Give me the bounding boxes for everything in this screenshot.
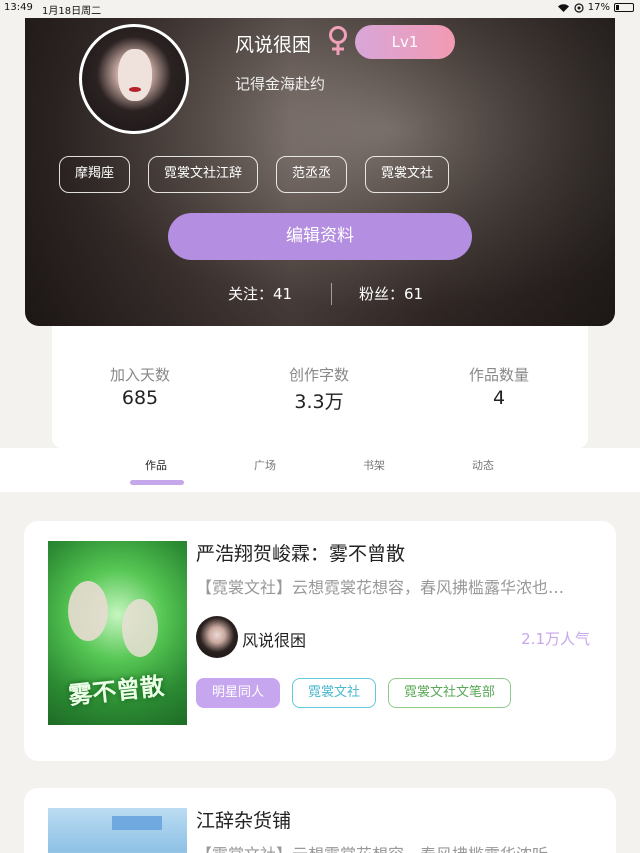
follow-divider (331, 283, 332, 305)
avatar-lips (129, 87, 141, 92)
battery-percent: 17% (587, 2, 610, 13)
tab-activity[interactable]: 动态 (472, 457, 494, 473)
profile-username: 风说很困 (235, 34, 312, 56)
status-time: 13:49 (4, 2, 33, 13)
location-icon (574, 2, 584, 13)
work-tags: 明星同人 霓裳文社 霓裳文社文笔部 (196, 678, 512, 708)
work-description: 【霓裳文社】云想霓裳花想容，春风拂槛露华浓也… (196, 578, 565, 597)
active-tab-indicator (130, 480, 184, 485)
profile-tag[interactable]: 霓裳文社 (365, 156, 450, 193)
work-cover[interactable] (48, 808, 187, 853)
author-name[interactable]: 风说很困 (242, 627, 306, 651)
work-cover[interactable]: 雾不曾散 (48, 541, 187, 725)
author-avatar[interactable] (196, 616, 238, 658)
stat-label: 创作字数 (288, 366, 349, 384)
wifi-icon (557, 3, 569, 12)
status-right: 17% (557, 2, 634, 13)
stat-value: 685 (121, 387, 159, 409)
stat-join-days: 加入天数 685 (70, 364, 210, 409)
cover-figure (68, 581, 108, 641)
stat-works-count: 作品数量 4 (429, 364, 569, 409)
profile-avatar[interactable] (79, 24, 189, 134)
work-card[interactable]: 江辞杂货铺 【霓裳文社】云想霓裳花想容，春风拂槛露华浓听 (24, 788, 616, 853)
tab-bookshelf[interactable]: 书架 (363, 457, 385, 473)
work-card[interactable]: 雾不曾散 严浩翔贺峻霖：雾不曾散 【霓裳文社】云想霓裳花想容，春风拂槛露华浓也…… (24, 521, 616, 761)
work-tag[interactable]: 霓裳文社 (292, 678, 377, 708)
stat-label: 作品数量 (468, 366, 529, 384)
profile-header: 风说很困 Lv1 记得金海赴约 摩羯座 霓裳文社江辞 范丞丞 霓裳文社 编辑资料… (25, 0, 615, 326)
cover-figure (122, 599, 158, 657)
avatar-face (118, 49, 152, 101)
work-title[interactable]: 江辞杂货铺 (196, 806, 291, 833)
work-tag[interactable]: 霓裳文社文笔部 (388, 678, 512, 708)
stat-value: 4 (492, 387, 506, 409)
follow-stats: 关注：41 粉丝：61 (25, 283, 615, 307)
work-title[interactable]: 严浩翔贺峻霖：雾不曾散 (196, 539, 405, 566)
tab-bar: 作品 广场 书架 动态 (0, 448, 640, 492)
tab-works[interactable]: 作品 (145, 457, 167, 473)
level-badge: Lv1 (355, 25, 455, 59)
female-icon (329, 26, 347, 55)
work-tag[interactable]: 明星同人 (196, 678, 281, 708)
status-date: 1月18日周二 (42, 6, 102, 17)
fans-count[interactable]: 粉丝：61 (359, 283, 423, 304)
cover-badge (112, 816, 162, 830)
profile-tag[interactable]: 霓裳文社江辞 (148, 156, 259, 193)
status-bar: 13:49 1月18日周二 17% (0, 0, 640, 18)
following-count[interactable]: 关注：41 (228, 283, 292, 304)
stat-label: 加入天数 (109, 366, 170, 384)
profile-tag[interactable]: 摩羯座 (59, 156, 131, 193)
profile-tag[interactable]: 范丞丞 (276, 156, 348, 193)
stats-panel: 加入天数 685 创作字数 3.3万 作品数量 4 (52, 326, 588, 448)
edit-profile-button[interactable]: 编辑资料 (168, 213, 472, 260)
profile-signature: 记得金海赴约 (235, 75, 326, 93)
cover-title: 雾不曾散 (66, 671, 166, 710)
stat-word-count: 创作字数 3.3万 (249, 364, 389, 414)
work-description: 【霓裳文社】云想霓裳花想容，春风拂槛露华浓听 (196, 841, 596, 853)
profile-tags: 摩羯座 霓裳文社江辞 范丞丞 霓裳文社 (59, 156, 450, 193)
popularity-count: 2.1万人气 (521, 630, 590, 648)
stat-value: 3.3万 (294, 391, 344, 413)
battery-icon (614, 3, 634, 12)
tab-plaza[interactable]: 广场 (254, 457, 276, 473)
